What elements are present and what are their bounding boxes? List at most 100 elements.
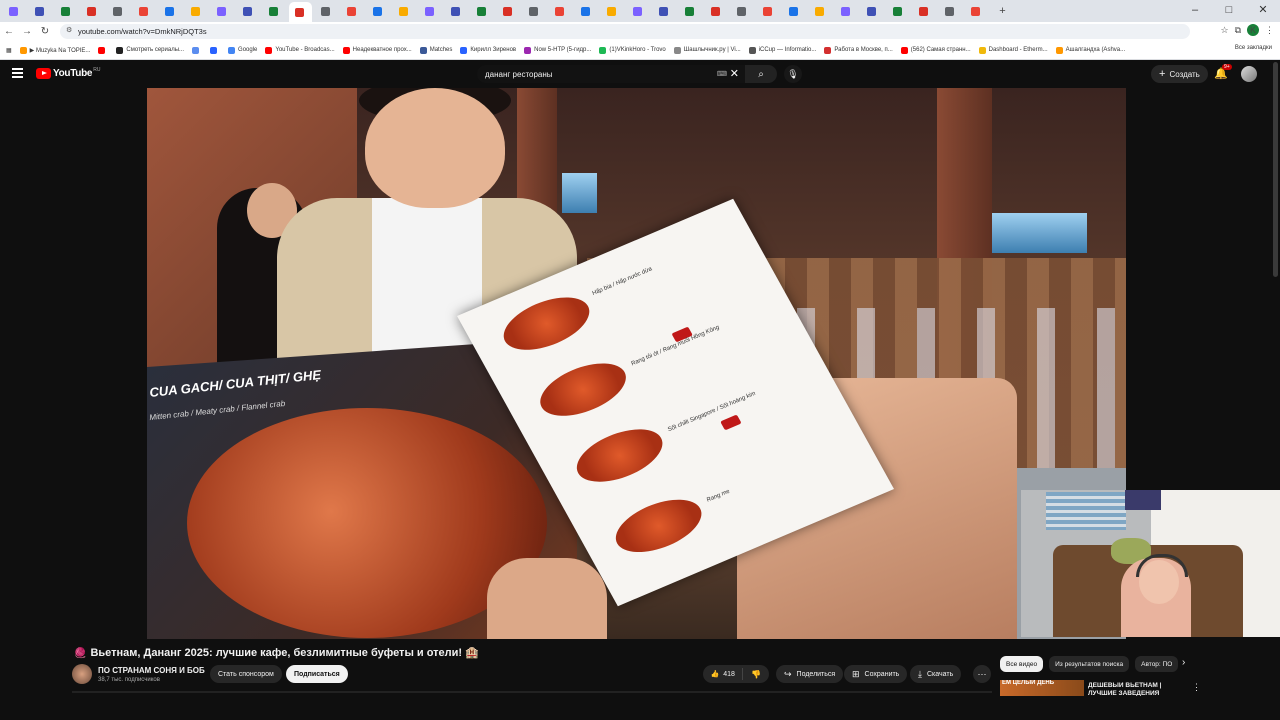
browser-tab[interactable] [3, 3, 26, 19]
browser-tab[interactable] [341, 3, 364, 19]
browser-tab[interactable] [185, 3, 208, 19]
reload-icon[interactable]: ↻ [36, 26, 54, 37]
bookmark-item[interactable]: ▶ Muzyka Na TOPIE... [19, 46, 90, 54]
browser-tab[interactable] [601, 3, 624, 19]
bookmark-item[interactable]: Смотреть сериалы... [116, 46, 184, 54]
forward-icon[interactable]: → [18, 26, 36, 37]
bookmark-item[interactable]: iCCup — Informatio... [748, 46, 816, 54]
bookmark-item[interactable]: Google [228, 46, 257, 54]
browser-tab[interactable] [471, 3, 494, 19]
browser-tab[interactable] [653, 3, 676, 19]
browser-tab[interactable] [289, 2, 312, 22]
bookmark-item[interactable]: Now 5-HTP (5-гидр... [524, 46, 591, 54]
save-button[interactable]: ⊞ Сохранить [844, 665, 908, 683]
browser-tab[interactable] [523, 3, 546, 19]
browser-tab[interactable] [263, 3, 286, 19]
maximize-icon[interactable]: □ [1212, 0, 1246, 22]
chip-all-videos[interactable]: Все видео [1000, 656, 1044, 672]
extensions-icon[interactable]: ⧉ [1235, 25, 1241, 36]
bookmark-item[interactable]: Matches [419, 46, 452, 54]
browser-tab[interactable] [575, 3, 598, 19]
browser-tab[interactable] [679, 3, 702, 19]
search-input[interactable]: дананг рестораны ⌨ ✕ [477, 65, 745, 83]
browser-tab[interactable] [705, 3, 728, 19]
minimize-icon[interactable]: – [1178, 0, 1212, 22]
profile-avatar[interactable]: K [1247, 24, 1259, 36]
close-window-icon[interactable]: ✕ [1246, 0, 1280, 22]
browser-tab[interactable] [835, 3, 858, 19]
browser-tab[interactable] [965, 3, 988, 19]
browser-tab[interactable] [419, 3, 442, 19]
like-button[interactable]: 👍 418 [703, 668, 744, 680]
browser-tab[interactable] [497, 3, 520, 19]
bookmark-item[interactable]: Кирилл Зиренов [460, 46, 516, 54]
video-player[interactable]: CUA GACH/ CUA THỊT/ GHẸ Mitten crab / Me… [147, 88, 1126, 639]
share-button[interactable]: ↪ Поделиться [776, 665, 844, 683]
horizontal-scrollbar[interactable] [72, 691, 992, 693]
more-options-icon[interactable]: ⋮ [1192, 682, 1201, 693]
browser-tab[interactable] [237, 3, 260, 19]
bookmark-item[interactable]: YouTube - Broadcas... [265, 46, 335, 54]
browser-tab[interactable] [757, 3, 780, 19]
menu-icon[interactable] [12, 68, 23, 78]
back-icon[interactable]: ← [0, 26, 18, 37]
browser-tab[interactable] [159, 3, 182, 19]
browser-tab[interactable] [367, 3, 390, 19]
recommended-video-title[interactable]: ДЕШЕВЫЙ ВЬЕТНАМ | ЛУЧШИЕ ЗАВЕДЕНИЯ [1088, 682, 1180, 696]
join-sponsor-button[interactable]: Стать спонсором [210, 665, 282, 683]
keyboard-icon[interactable]: ⌨ [717, 70, 727, 78]
bookmark-item[interactable]: Неадекватное прох... [342, 46, 412, 54]
browser-tab[interactable] [939, 3, 962, 19]
browser-tab[interactable] [133, 3, 156, 19]
browser-tab[interactable] [549, 3, 572, 19]
browser-tab[interactable] [731, 3, 754, 19]
browser-tab[interactable] [887, 3, 910, 19]
dislike-button[interactable]: 👎 [743, 670, 769, 679]
bookmark-item[interactable]: Dashboard - Etherm... [978, 46, 1048, 54]
apps-icon[interactable]: ▦ [6, 47, 12, 54]
bookmark-item[interactable]: (1)VKinkHoro - Trovo [599, 46, 666, 54]
recommended-video-thumbnail[interactable]: ЕМ ЦЕЛЫЙ ДЕНЬ [1000, 680, 1084, 696]
browser-tab[interactable] [627, 3, 650, 19]
channel-avatar[interactable] [72, 664, 92, 684]
browser-tab[interactable] [107, 3, 130, 19]
browser-tab[interactable] [861, 3, 884, 19]
bookmark-item[interactable]: Ашалгандха (Ashva... [1055, 46, 1125, 54]
browser-tab[interactable] [913, 3, 936, 19]
bookmark-item[interactable]: (562) Самая странн... [900, 46, 971, 54]
chip-by-author[interactable]: Автор: ПО [1135, 656, 1179, 672]
browser-menu-icon[interactable]: ⋮ [1265, 25, 1274, 36]
browser-tab[interactable] [211, 3, 234, 19]
site-info-icon[interactable]: ⚙ [66, 26, 72, 34]
browser-tab[interactable] [29, 3, 52, 19]
vertical-scrollbar[interactable] [1273, 62, 1278, 277]
subscribe-button[interactable]: Подписаться [286, 665, 348, 683]
bookmark-item[interactable]: Шашлычник.ру | Vi... [673, 46, 741, 54]
bookmark-item[interactable]: Работа в Москве, п... [824, 46, 893, 54]
browser-tab[interactable] [81, 3, 104, 19]
create-button[interactable]: + Создать [1151, 65, 1208, 83]
bookmark-item[interactable] [192, 46, 202, 54]
chip-from-search[interactable]: Из результатов поиска [1049, 656, 1130, 672]
search-button[interactable]: ⌕ [745, 65, 777, 83]
browser-tab[interactable] [55, 3, 78, 19]
download-button[interactable]: ⤓ Скачать [910, 665, 962, 683]
chevron-right-icon[interactable]: › [1182, 657, 1185, 668]
voice-search-button[interactable]: 🎙 [784, 65, 802, 83]
new-tab-icon[interactable]: + [991, 3, 1014, 19]
account-avatar[interactable] [1241, 66, 1257, 82]
more-actions-icon[interactable]: ⋯ [973, 665, 991, 683]
bookmark-item[interactable] [210, 46, 220, 54]
browser-tab[interactable] [393, 3, 416, 19]
browser-tab[interactable] [783, 3, 806, 19]
bookmark-star-icon[interactable]: ☆ [1220, 25, 1228, 36]
channel-name[interactable]: ПО СТРАНАМ СОНЯ И БОБ [98, 666, 205, 675]
all-bookmarks[interactable]: Все закладки [1235, 45, 1272, 51]
youtube-logo[interactable]: YouTube RU [36, 67, 100, 79]
browser-tab[interactable] [445, 3, 468, 19]
browser-tab[interactable] [315, 3, 338, 19]
browser-tab[interactable] [809, 3, 832, 19]
address-bar[interactable]: ⚙ youtube.com/watch?v=DmkNRjDQT3s [60, 24, 1190, 39]
bookmark-item[interactable] [98, 46, 108, 54]
clear-search-icon[interactable]: ✕ [730, 67, 739, 80]
